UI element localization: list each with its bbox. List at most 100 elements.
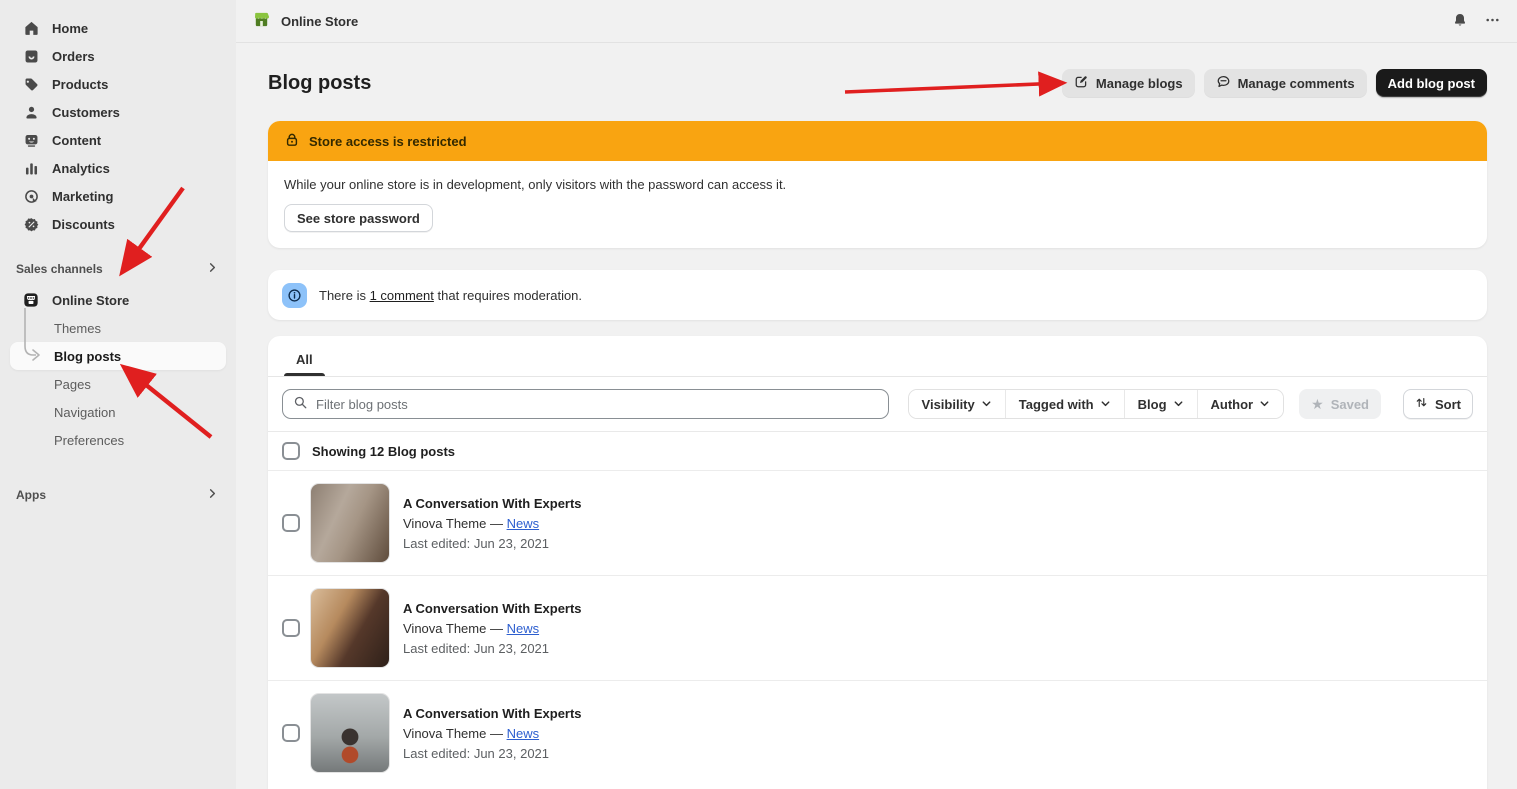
blog-filter-button[interactable]: Blog xyxy=(1124,390,1197,418)
chevron-down-icon xyxy=(981,397,992,412)
post-title[interactable]: A Conversation With Experts xyxy=(403,601,582,616)
sub-item-label: Navigation xyxy=(54,405,115,420)
sort-button[interactable]: Sort xyxy=(1403,389,1473,419)
manage-comments-button[interactable]: Manage comments xyxy=(1204,69,1367,97)
chevron-down-icon xyxy=(1100,397,1111,412)
main-content: Blog posts Manage blogs Manage comments … xyxy=(236,43,1517,789)
moderation-banner: There is 1 comment that requires moderat… xyxy=(268,270,1487,320)
info-icon xyxy=(282,283,307,308)
blog-post-row[interactable]: A Conversation With Experts Vinova Theme… xyxy=(268,680,1487,785)
sub-item-label: Themes xyxy=(54,321,101,336)
sidebar-item-label: Online Store xyxy=(52,293,129,308)
post-thumbnail xyxy=(310,588,390,668)
post-theme-text: Vinova Theme — xyxy=(403,726,507,741)
apps-header[interactable]: Apps xyxy=(0,482,236,508)
moderation-text-after: that requires moderation. xyxy=(434,288,582,303)
sidebar-item-content[interactable]: Content xyxy=(6,126,230,154)
discount-icon xyxy=(22,215,40,233)
sidebar-item-customers[interactable]: Customers xyxy=(6,98,230,126)
storefront-icon xyxy=(22,291,40,309)
moderation-banner-text: There is 1 comment that requires moderat… xyxy=(319,288,582,303)
sidebar-item-home[interactable]: Home xyxy=(6,14,230,42)
store-access-banner-text: While your online store is in developmen… xyxy=(284,177,1471,192)
post-last-edited: Last edited: Jun 23, 2021 xyxy=(403,536,582,551)
filter-group: Visibility Tagged with Blog Author xyxy=(908,389,1285,419)
filter-search[interactable] xyxy=(282,389,889,419)
page-title: Blog posts xyxy=(268,72,371,95)
see-store-password-label: See store password xyxy=(297,211,420,226)
sidebar-item-discounts[interactable]: Discounts xyxy=(6,210,230,238)
tab-all[interactable]: All xyxy=(280,342,329,376)
sidebar-item-analytics[interactable]: Analytics xyxy=(6,154,230,182)
news-blog-link[interactable]: News xyxy=(507,516,540,531)
moderation-text-before: There is xyxy=(319,288,370,303)
sales-channels-header[interactable]: Sales channels xyxy=(0,256,236,282)
lock-icon xyxy=(284,132,300,151)
sidebar-item-label: Discounts xyxy=(52,217,115,232)
sidebar-item-products[interactable]: Products xyxy=(6,70,230,98)
sidebar-item-marketing[interactable]: Marketing xyxy=(6,182,230,210)
tagged-with-filter-button[interactable]: Tagged with xyxy=(1005,390,1124,418)
bar-chart-icon xyxy=(22,159,40,177)
store-access-banner-title: Store access is restricted xyxy=(309,134,467,149)
sub-item-label: Pages xyxy=(54,377,91,392)
sidebar-item-pages[interactable]: Pages xyxy=(10,370,226,398)
see-store-password-button[interactable]: See store password xyxy=(284,204,433,232)
post-theme-text: Vinova Theme — xyxy=(403,516,507,531)
sidebar-item-orders[interactable]: Orders xyxy=(6,42,230,70)
manage-blogs-label: Manage blogs xyxy=(1096,76,1183,91)
post-title[interactable]: A Conversation With Experts xyxy=(403,706,582,721)
filter-search-input[interactable] xyxy=(316,397,878,412)
row-checkbox[interactable] xyxy=(282,724,300,742)
blog-posts-card: All Visibility Tagged with xyxy=(268,336,1487,789)
tab-all-label: All xyxy=(296,352,313,367)
post-title[interactable]: A Conversation With Experts xyxy=(403,496,582,511)
blog-post-row[interactable]: A Conversation With Experts Vinova Theme… xyxy=(268,575,1487,680)
row-checkbox[interactable] xyxy=(282,619,300,637)
sidebar-item-blog-posts[interactable]: Blog posts xyxy=(10,342,226,370)
author-filter-label: Author xyxy=(1211,397,1254,412)
author-filter-button[interactable]: Author xyxy=(1197,390,1284,418)
saved-label: Saved xyxy=(1331,397,1369,412)
visibility-filter-button[interactable]: Visibility xyxy=(909,390,1005,418)
manage-blogs-button[interactable]: Manage blogs xyxy=(1062,69,1195,97)
bell-icon[interactable] xyxy=(1452,12,1468,31)
row-checkbox[interactable] xyxy=(282,514,300,532)
select-all-row: Showing 12 Blog posts xyxy=(268,431,1487,470)
sidebar-item-navigation[interactable]: Navigation xyxy=(10,398,226,426)
topbar: Online Store xyxy=(236,0,1517,43)
sales-channels-label: Sales channels xyxy=(16,262,103,276)
tabs-row: All xyxy=(268,336,1487,377)
sidebar-item-preferences[interactable]: Preferences xyxy=(10,426,226,454)
blog-post-row[interactable]: A Conversation With Experts Vinova Theme… xyxy=(268,470,1487,575)
news-blog-link[interactable]: News xyxy=(507,726,540,741)
sidebar-item-label: Analytics xyxy=(52,161,110,176)
star-icon: ★ xyxy=(1311,396,1324,413)
sidebar-item-label: Content xyxy=(52,133,101,148)
more-options-icon[interactable] xyxy=(1484,12,1501,31)
post-subtitle: Vinova Theme — News xyxy=(403,621,582,636)
content-icon xyxy=(22,131,40,149)
add-blog-post-button[interactable]: Add blog post xyxy=(1376,69,1487,97)
showing-count-text: Showing 12 Blog posts xyxy=(312,444,455,459)
post-theme-text: Vinova Theme — xyxy=(403,621,507,636)
post-subtitle: Vinova Theme — News xyxy=(403,516,582,531)
sidebar-item-themes[interactable]: Themes xyxy=(10,314,226,342)
sort-label: Sort xyxy=(1435,397,1461,412)
apps-label: Apps xyxy=(16,488,46,502)
tagged-with-filter-label: Tagged with xyxy=(1019,397,1094,412)
sidebar-item-online-store[interactable]: Online Store xyxy=(6,286,230,314)
visibility-filter-label: Visibility xyxy=(922,397,975,412)
sub-item-label: Preferences xyxy=(54,433,124,448)
app-window: Home Orders Products Customers Content A… xyxy=(0,0,1517,789)
filter-row: Visibility Tagged with Blog Author xyxy=(268,377,1487,431)
saved-button[interactable]: ★ Saved xyxy=(1299,389,1381,419)
select-all-checkbox[interactable] xyxy=(282,442,300,460)
orders-icon xyxy=(22,47,40,65)
news-blog-link[interactable]: News xyxy=(507,621,540,636)
comment-link[interactable]: 1 comment xyxy=(370,288,434,303)
topbar-title: Online Store xyxy=(281,14,358,29)
online-store-green-icon xyxy=(252,10,271,32)
sidebar-item-label: Products xyxy=(52,77,108,92)
chevron-down-icon xyxy=(1173,397,1184,412)
